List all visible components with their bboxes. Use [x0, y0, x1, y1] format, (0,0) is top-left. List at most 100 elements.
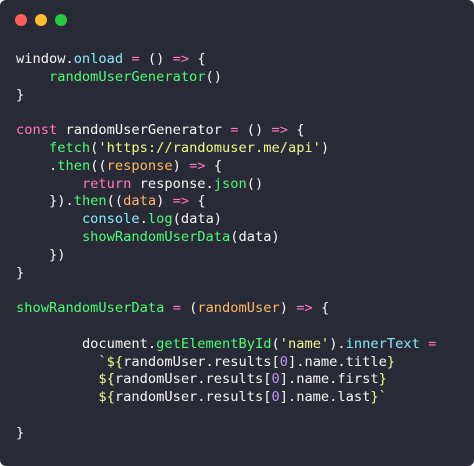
code-token-default: }): [48, 246, 66, 263]
code-line: return response.json(): [16, 176, 436, 194]
code-token-keyword: =: [164, 300, 190, 317]
code-token-default: ].name.first: [279, 371, 379, 388]
code-block: window.onload = () => { randomUserGenera…: [16, 51, 436, 443]
code-token-property: innerText: [345, 335, 420, 352]
code-token-string: ${: [98, 389, 115, 406]
code-token-default: }: [16, 424, 25, 441]
code-token-default: .: [48, 157, 58, 174]
code-token-default: document.: [81, 335, 157, 352]
code-token-default: ].name.last: [279, 389, 371, 406]
code-token-default: {: [189, 51, 206, 67]
code-token-property: console: [81, 211, 140, 228]
code-token-default: randomUser.results[: [123, 353, 280, 370]
code-token-keyword: =: [222, 122, 247, 139]
code-token-keyword: =>: [172, 193, 190, 210]
code-token-default: }).: [48, 193, 74, 210]
code-line: document.getElementById('name').innerTex…: [16, 336, 436, 354]
window-titlebar: [0, 0, 474, 40]
code-token-default: ): [320, 139, 330, 156]
code-token-default: }: [16, 264, 25, 281]
code-line: }: [16, 425, 436, 443]
code-line: window.onload = () => {: [16, 51, 436, 69]
code-token-function: showRandomUserData: [16, 300, 165, 317]
code-token-keyword: return: [81, 175, 140, 192]
code-token-number: 0: [279, 353, 288, 370]
code-line: showRandomUserData = (randomUser) => {: [16, 300, 436, 318]
code-token-default: randomUser.results[: [114, 371, 272, 388]
code-token-default: {: [189, 193, 206, 210]
code-token-string: 'https://randomuser.me/api': [98, 139, 321, 156]
code-token-string: }: [386, 353, 396, 370]
code-token-default: {: [205, 157, 223, 174]
code-token-keyword: =>: [296, 300, 313, 317]
code-token-function: then: [57, 157, 91, 174]
code-token-default: {: [287, 122, 305, 139]
code-token-function: randomUserGenerator: [48, 68, 206, 85]
code-token-default: response.: [139, 175, 214, 192]
code-line: }: [16, 87, 436, 105]
code-token-keyword: =>: [271, 122, 288, 139]
code-token-string: `${: [98, 353, 124, 370]
code-token-property: onload: [73, 51, 124, 67]
code-line: }): [16, 247, 436, 265]
code-token-default: ): [172, 157, 190, 174]
code-window: window.onload = () => { randomUserGenera…: [0, 0, 474, 466]
code-token-keyword: =>: [172, 51, 190, 67]
code-line: }: [16, 265, 436, 283]
code-token-default: randomUser.results[: [114, 389, 272, 406]
code-token-default: ].name.title: [287, 353, 387, 370]
code-token-function: fetch: [48, 139, 91, 156]
code-token-parameter: response: [106, 157, 173, 174]
code-token-default: randomUserGenerator: [65, 122, 223, 139]
code-line: ${randomUser.results[0].name.last}`: [16, 389, 436, 407]
code-line: showRandomUserData(data): [16, 229, 436, 247]
minimize-dot-icon: [35, 14, 47, 26]
code-token-string: 'name': [279, 335, 330, 352]
code-line: `${randomUser.results[0].name.title}: [16, 354, 436, 372]
code-line: console.log(data): [16, 211, 436, 229]
code-token-default: window.: [16, 51, 74, 67]
code-token-function: getElementById: [156, 335, 272, 352]
code-token-default: (data): [230, 228, 280, 245]
code-token-keyword: =>: [189, 157, 206, 174]
code-line: .then((response) => {: [16, 158, 436, 176]
code-token-default: ((: [90, 157, 107, 174]
code-token-keyword: const: [16, 122, 66, 139]
code-token-default: (: [271, 335, 280, 352]
code-line: randomUserGenerator(): [16, 69, 436, 87]
code-token-default: (): [246, 122, 272, 139]
code-token-parameter: data: [123, 193, 157, 210]
code-token-function: json: [213, 175, 247, 192]
code-line: const randomUserGenerator = () => {: [16, 122, 436, 140]
code-token-default: .: [139, 211, 148, 228]
code-line: ${randomUser.results[0].name.first}: [16, 371, 436, 389]
code-token-parameter: randomUser: [197, 300, 280, 317]
code-token-function: then: [73, 193, 107, 210]
code-token-default: (): [246, 175, 264, 192]
code-token-keyword: =: [419, 335, 437, 352]
code-token-function: showRandomUserData: [81, 228, 231, 245]
code-token-default: }: [16, 86, 25, 103]
code-token-default: (data): [172, 211, 223, 228]
code-token-string: }`: [370, 389, 387, 406]
code-token-default: ((: [106, 193, 124, 210]
code-token-default: ): [156, 193, 173, 210]
code-token-number: 0: [271, 371, 280, 388]
code-token-string: }: [378, 371, 387, 388]
code-token-default: (): [147, 51, 173, 67]
code-line: }).then((data) => {: [16, 193, 436, 211]
code-line: fetch('https://randomuser.me/api'): [16, 140, 436, 158]
code-token-default: ).: [329, 335, 346, 352]
code-token-default: (): [205, 68, 223, 85]
code-token-keyword: =: [123, 51, 148, 67]
code-token-default: ): [279, 300, 297, 317]
code-token-function: log: [147, 211, 173, 228]
zoom-dot-icon: [55, 14, 67, 26]
close-dot-icon: [15, 14, 27, 26]
code-token-string: ${: [98, 371, 115, 388]
code-token-number: 0: [271, 389, 280, 406]
